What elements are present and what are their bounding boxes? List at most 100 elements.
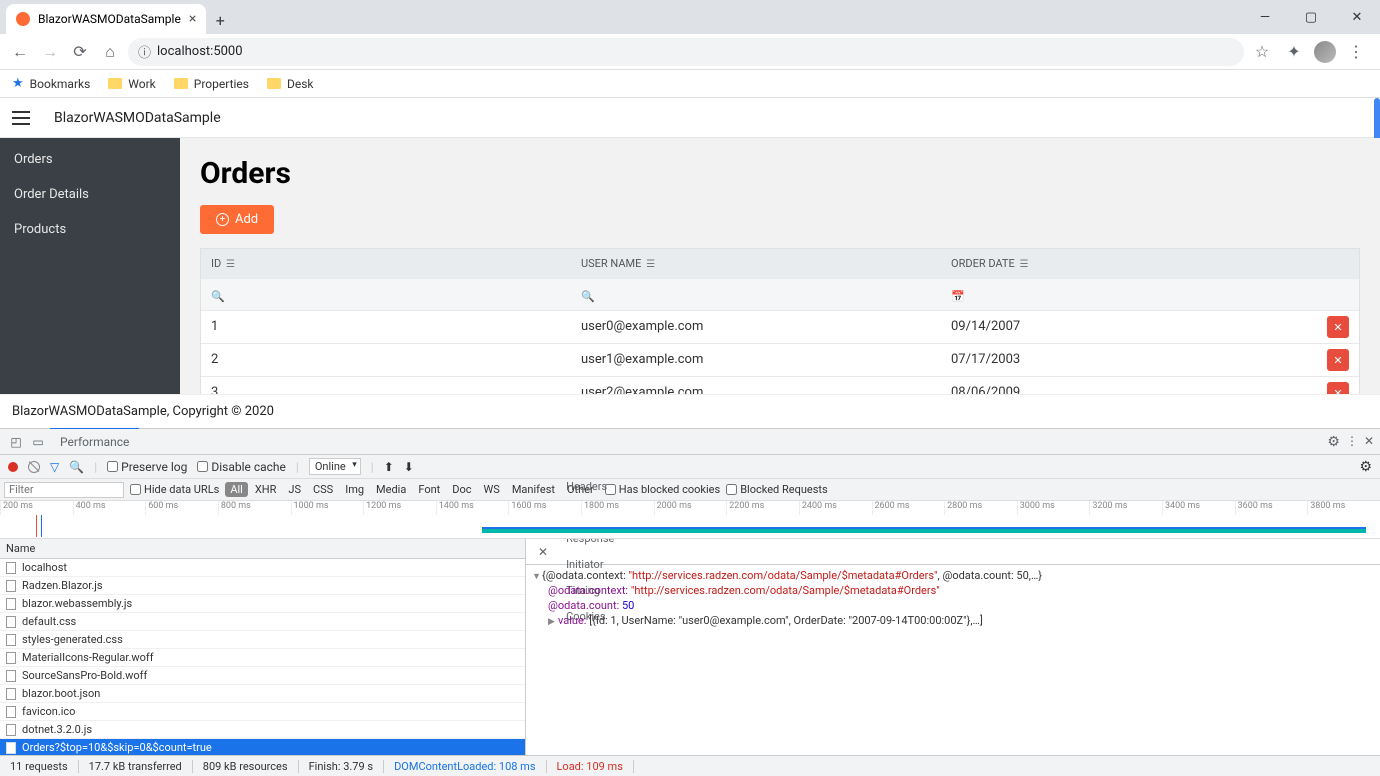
devtools-menu-icon[interactable]: ⋮ bbox=[1346, 434, 1358, 450]
home-button[interactable]: ⌂ bbox=[98, 40, 122, 64]
type-filter-img[interactable]: Img bbox=[340, 482, 369, 497]
reload-button[interactable]: ⟳ bbox=[68, 40, 92, 64]
sidebar-item-orders[interactable]: Orders bbox=[0, 142, 180, 177]
filter-id[interactable]: 🔍 bbox=[201, 279, 571, 310]
table-row[interactable]: 1 user0@example.com 09/14/2007 ✕ bbox=[201, 311, 1359, 344]
browser-tab[interactable]: BlazorWASMODataSample × bbox=[6, 4, 206, 34]
bookmark-item[interactable]: Desk bbox=[267, 77, 314, 91]
status-finish: Finish: 3.79 s bbox=[299, 760, 385, 773]
star-icon[interactable]: ☆ bbox=[1250, 40, 1274, 64]
request-list: Name localhostRadzen.Blazor.jsblazor.web… bbox=[0, 539, 526, 755]
profile-avatar[interactable] bbox=[1314, 41, 1336, 63]
filter-date[interactable]: 📅 bbox=[941, 279, 1311, 310]
network-settings-icon[interactable]: ⚙ bbox=[1359, 459, 1372, 475]
column-header-id[interactable]: ID ☰ bbox=[201, 249, 571, 278]
column-header-date[interactable]: ORDER DATE ☰ bbox=[941, 249, 1311, 278]
sidebar-item-order-details[interactable]: Order Details bbox=[0, 177, 180, 212]
delete-button[interactable]: ✕ bbox=[1327, 382, 1349, 394]
extensions-icon[interactable]: ✦ bbox=[1282, 40, 1306, 64]
bookmark-item[interactable]: Properties bbox=[174, 77, 249, 91]
type-filter-media[interactable]: Media bbox=[371, 482, 411, 497]
devtools-close-icon[interactable]: ✕ bbox=[1364, 434, 1374, 450]
request-item[interactable]: Orders?$top=10&$skip=0&$count=true bbox=[0, 739, 525, 755]
column-header-user[interactable]: USER NAME ☰ bbox=[571, 249, 941, 278]
file-icon bbox=[6, 580, 16, 592]
throttle-select[interactable]: Online ▾ bbox=[309, 458, 361, 475]
preserve-log-checkbox[interactable]: Preserve log bbox=[107, 460, 187, 474]
request-item[interactable]: dotnet.3.2.0.js bbox=[0, 721, 525, 739]
minimize-button[interactable]: — bbox=[1242, 0, 1288, 34]
delete-button[interactable]: ✕ bbox=[1327, 316, 1349, 338]
site-info-icon[interactable]: ⓘ bbox=[138, 42, 151, 61]
device-toggle-icon[interactable]: ▭ bbox=[28, 435, 48, 449]
request-item[interactable]: blazor.webassembly.js bbox=[0, 595, 525, 613]
record-button[interactable] bbox=[8, 462, 18, 472]
blocked-requests-checkbox[interactable]: Blocked Requests bbox=[726, 483, 828, 496]
request-name: MaterialIcons-Regular.woff bbox=[22, 651, 154, 664]
maximize-button[interactable]: ▢ bbox=[1288, 0, 1334, 34]
settings-icon[interactable]: ⚙ bbox=[1327, 434, 1340, 450]
status-dcl: DOMContentLoaded: 108 ms bbox=[384, 760, 546, 773]
favicon bbox=[16, 12, 30, 26]
back-button[interactable]: ← bbox=[8, 40, 32, 64]
file-icon bbox=[6, 688, 16, 700]
upload-icon[interactable]: ⬆ bbox=[384, 460, 394, 474]
type-filter-font[interactable]: Font bbox=[413, 482, 445, 497]
cell-date: 07/17/2003 bbox=[941, 344, 1311, 376]
hide-data-urls-checkbox[interactable]: Hide data URLs bbox=[130, 483, 219, 496]
status-transferred: 17.7 kB transferred bbox=[79, 760, 193, 773]
request-item[interactable]: Radzen.Blazor.js bbox=[0, 577, 525, 595]
new-tab-button[interactable]: + bbox=[206, 6, 234, 34]
download-icon[interactable]: ⬇ bbox=[404, 460, 414, 474]
close-preview-icon[interactable]: ✕ bbox=[532, 545, 554, 559]
app-title: BlazorWASMODataSample bbox=[54, 110, 221, 126]
preview-body[interactable]: ▼{@odata.context: "http://services.radze… bbox=[526, 565, 1380, 755]
filter-input[interactable] bbox=[4, 482, 124, 498]
search-icon[interactable]: 🔍 bbox=[69, 460, 84, 474]
request-item[interactable]: MaterialIcons-Regular.woff bbox=[0, 649, 525, 667]
table-row[interactable]: 3 user2@example.com 08/06/2009 ✕ bbox=[201, 377, 1359, 394]
request-item[interactable]: favicon.ico bbox=[0, 703, 525, 721]
request-name: Orders?$top=10&$skip=0&$count=true bbox=[22, 741, 212, 754]
close-tab-icon[interactable]: × bbox=[189, 11, 196, 27]
disable-cache-checkbox[interactable]: Disable cache bbox=[197, 460, 286, 474]
request-item[interactable]: localhost bbox=[0, 559, 525, 577]
app-header: BlazorWASMODataSample bbox=[0, 98, 1380, 138]
delete-button[interactable]: ✕ bbox=[1327, 349, 1349, 371]
type-filter-manifest[interactable]: Manifest bbox=[507, 482, 560, 497]
url-input[interactable]: ⓘ localhost:5000 bbox=[128, 38, 1244, 66]
request-item[interactable]: styles-generated.css bbox=[0, 631, 525, 649]
sidebar-item-products[interactable]: Products bbox=[0, 212, 180, 247]
preview-tab-headers[interactable]: Headers bbox=[556, 474, 624, 500]
add-button[interactable]: + Add bbox=[200, 205, 274, 234]
forward-button[interactable]: → bbox=[38, 40, 62, 64]
network-timeline[interactable]: 200 ms400 ms600 ms800 ms1000 ms1200 ms14… bbox=[0, 501, 1380, 539]
type-filter-css[interactable]: CSS bbox=[308, 482, 338, 497]
type-filter-doc[interactable]: Doc bbox=[447, 482, 476, 497]
main-content: Orders + Add ID ☰ USER NAME ☰ ORDER DATE… bbox=[180, 138, 1380, 394]
filter-toggle-icon[interactable]: ▽ bbox=[50, 460, 59, 474]
request-item[interactable]: SourceSansPro-Bold.woff bbox=[0, 667, 525, 685]
browser-menu-icon[interactable]: ⋮ bbox=[1344, 40, 1368, 64]
devtools-status-bar: 11 requests 17.7 kB transferred 809 kB r… bbox=[0, 756, 1380, 776]
request-item[interactable]: blazor.boot.json bbox=[0, 685, 525, 703]
type-filter-xhr[interactable]: XHR bbox=[250, 482, 282, 497]
devtools-tab-performance[interactable]: Performance bbox=[50, 429, 139, 455]
type-filter-ws[interactable]: WS bbox=[479, 482, 505, 497]
filter-user[interactable]: 🔍 bbox=[571, 279, 941, 310]
table-row[interactable]: 2 user1@example.com 07/17/2003 ✕ bbox=[201, 344, 1359, 377]
hamburger-icon[interactable] bbox=[12, 111, 30, 125]
type-filter-all[interactable]: All bbox=[225, 482, 248, 497]
folder-icon bbox=[174, 78, 188, 89]
preview-tabs: ✕ HeadersPreviewResponseInitiatorTimingC… bbox=[526, 539, 1380, 565]
request-list-header[interactable]: Name bbox=[0, 539, 525, 559]
bookmark-item[interactable]: Work bbox=[108, 77, 155, 91]
close-window-button[interactable]: ✕ bbox=[1334, 0, 1380, 34]
url-text: localhost:5000 bbox=[157, 44, 243, 59]
inspect-icon[interactable]: ◰ bbox=[6, 435, 26, 449]
request-item[interactable]: default.css bbox=[0, 613, 525, 631]
clear-button[interactable] bbox=[28, 461, 40, 473]
cell-date: 09/14/2007 bbox=[941, 311, 1311, 343]
bookmark-item[interactable]: ★Bookmarks bbox=[12, 76, 90, 91]
type-filter-js[interactable]: JS bbox=[283, 482, 306, 497]
